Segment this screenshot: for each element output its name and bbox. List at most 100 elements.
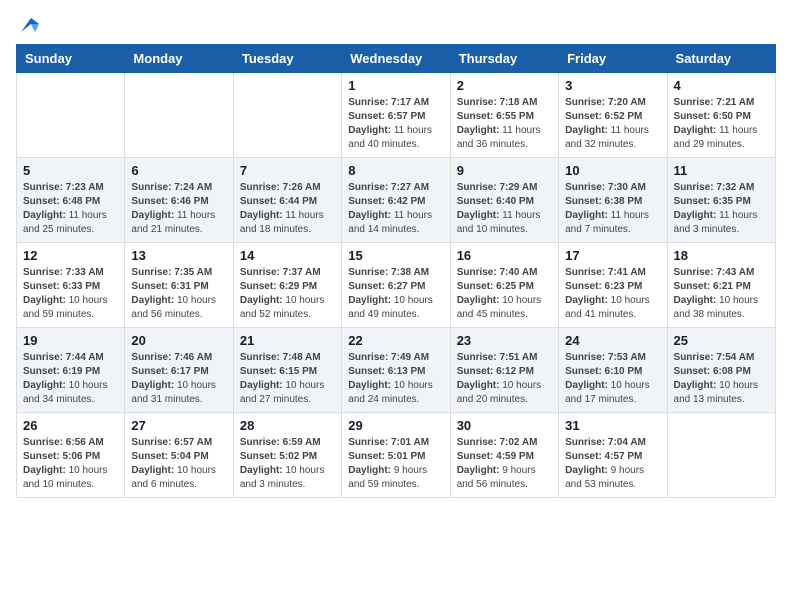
calendar-cell-w1-d2	[125, 73, 233, 158]
week-row-4: 19 Sunrise: 7:44 AMSunset: 6:19 PMDayligh…	[17, 328, 776, 413]
day-number: 30	[457, 418, 552, 433]
day-info: Sunrise: 7:40 AMSunset: 6:25 PMDaylight:…	[457, 266, 552, 322]
calendar-cell-w2-d3: 7 Sunrise: 7:26 AMSunset: 6:44 PMDaylight…	[233, 158, 341, 243]
day-info: Sunrise: 7:04 AMSunset: 4:57 PMDaylight:…	[565, 436, 660, 492]
calendar-cell-w3-d3: 14 Sunrise: 7:37 AMSunset: 6:29 PMDayligh…	[233, 243, 341, 328]
calendar-cell-w3-d1: 12 Sunrise: 7:33 AMSunset: 6:33 PMDayligh…	[17, 243, 125, 328]
calendar-cell-w5-d2: 27 Sunrise: 6:57 AMSunset: 5:04 PMDayligh…	[125, 413, 233, 498]
day-info: Sunrise: 7:24 AMSunset: 6:46 PMDaylight:…	[131, 181, 226, 237]
header-sunday: Sunday	[17, 45, 125, 73]
day-number: 22	[348, 333, 443, 348]
day-number: 19	[23, 333, 118, 348]
header-tuesday: Tuesday	[233, 45, 341, 73]
calendar-cell-w5-d5: 30 Sunrise: 7:02 AMSunset: 4:59 PMDayligh…	[450, 413, 558, 498]
calendar-cell-w4-d1: 19 Sunrise: 7:44 AMSunset: 6:19 PMDayligh…	[17, 328, 125, 413]
calendar-cell-w5-d3: 28Sunrise: 6:59 AMSunset: 5:02 PMDayligh…	[233, 413, 341, 498]
calendar-cell-w5-d4: 29 Sunrise: 7:01 AMSunset: 5:01 PMDayligh…	[342, 413, 450, 498]
header-wednesday: Wednesday	[342, 45, 450, 73]
calendar-table: SundayMondayTuesdayWednesdayThursdayFrid…	[16, 44, 776, 498]
day-number: 4	[674, 78, 769, 93]
page-header	[16, 16, 776, 36]
calendar-cell-w1-d6: 3 Sunrise: 7:20 AMSunset: 6:52 PMDaylight…	[559, 73, 667, 158]
day-number: 16	[457, 248, 552, 263]
day-info: Sunrise: 7:17 AMSunset: 6:57 PMDaylight:…	[348, 96, 443, 152]
day-info: Sunrise: 7:32 AMSunset: 6:35 PMDaylight:…	[674, 181, 769, 237]
day-number: 20	[131, 333, 226, 348]
day-number: 1	[348, 78, 443, 93]
weekday-header-row: SundayMondayTuesdayWednesdayThursdayFrid…	[17, 45, 776, 73]
day-number: 23	[457, 333, 552, 348]
header-monday: Monday	[125, 45, 233, 73]
calendar-cell-w4-d4: 22Sunrise: 7:49 AMSunset: 6:13 PMDayligh…	[342, 328, 450, 413]
day-info: Sunrise: 7:30 AMSunset: 6:38 PMDaylight:…	[565, 181, 660, 237]
calendar-cell-w4-d7: 25Sunrise: 7:54 AMSunset: 6:08 PMDayligh…	[667, 328, 775, 413]
day-info: Sunrise: 7:23 AMSunset: 6:48 PMDaylight:…	[23, 181, 118, 237]
day-info: Sunrise: 7:38 AMSunset: 6:27 PMDaylight:…	[348, 266, 443, 322]
calendar-cell-w2-d7: 11Sunrise: 7:32 AMSunset: 6:35 PMDayligh…	[667, 158, 775, 243]
logo	[16, 16, 39, 36]
day-info: Sunrise: 7:43 AMSunset: 6:21 PMDaylight:…	[674, 266, 769, 322]
day-number: 26	[23, 418, 118, 433]
calendar-cell-w2-d4: 8 Sunrise: 7:27 AMSunset: 6:42 PMDaylight…	[342, 158, 450, 243]
day-info: Sunrise: 7:02 AMSunset: 4:59 PMDaylight:…	[457, 436, 552, 492]
calendar-cell-w2-d2: 6 Sunrise: 7:24 AMSunset: 6:46 PMDaylight…	[125, 158, 233, 243]
calendar-cell-w3-d4: 15Sunrise: 7:38 AMSunset: 6:27 PMDayligh…	[342, 243, 450, 328]
day-number: 14	[240, 248, 335, 263]
day-number: 27	[131, 418, 226, 433]
day-info: Sunrise: 7:20 AMSunset: 6:52 PMDaylight:…	[565, 96, 660, 152]
calendar-cell-w1-d4: 1 Sunrise: 7:17 AMSunset: 6:57 PMDaylight…	[342, 73, 450, 158]
calendar-cell-w5-d6: 31 Sunrise: 7:04 AMSunset: 4:57 PMDayligh…	[559, 413, 667, 498]
day-number: 24	[565, 333, 660, 348]
day-number: 17	[565, 248, 660, 263]
day-number: 3	[565, 78, 660, 93]
header-saturday: Saturday	[667, 45, 775, 73]
week-row-1: 1 Sunrise: 7:17 AMSunset: 6:57 PMDaylight…	[17, 73, 776, 158]
day-info: Sunrise: 7:29 AMSunset: 6:40 PMDaylight:…	[457, 181, 552, 237]
day-info: Sunrise: 7:37 AMSunset: 6:29 PMDaylight:…	[240, 266, 335, 322]
calendar-cell-w3-d6: 17 Sunrise: 7:41 AMSunset: 6:23 PMDayligh…	[559, 243, 667, 328]
day-info: Sunrise: 7:18 AMSunset: 6:55 PMDaylight:…	[457, 96, 552, 152]
calendar-cell-w3-d7: 18Sunrise: 7:43 AMSunset: 6:21 PMDayligh…	[667, 243, 775, 328]
calendar-cell-w1-d3	[233, 73, 341, 158]
calendar-cell-w1-d5: 2 Sunrise: 7:18 AMSunset: 6:55 PMDaylight…	[450, 73, 558, 158]
calendar-cell-w2-d1: 5 Sunrise: 7:23 AMSunset: 6:48 PMDaylight…	[17, 158, 125, 243]
day-info: Sunrise: 7:33 AMSunset: 6:33 PMDaylight:…	[23, 266, 118, 322]
day-info: Sunrise: 7:44 AMSunset: 6:19 PMDaylight:…	[23, 351, 118, 407]
header-friday: Friday	[559, 45, 667, 73]
day-info: Sunrise: 7:01 AMSunset: 5:01 PMDaylight:…	[348, 436, 443, 492]
day-info: Sunrise: 7:26 AMSunset: 6:44 PMDaylight:…	[240, 181, 335, 237]
day-info: Sunrise: 7:27 AMSunset: 6:42 PMDaylight:…	[348, 181, 443, 237]
calendar-cell-w3-d2: 13 Sunrise: 7:35 AMSunset: 6:31 PMDayligh…	[125, 243, 233, 328]
day-number: 10	[565, 163, 660, 178]
day-number: 8	[348, 163, 443, 178]
day-info: Sunrise: 7:46 AMSunset: 6:17 PMDaylight:…	[131, 351, 226, 407]
day-info: Sunrise: 7:35 AMSunset: 6:31 PMDaylight:…	[131, 266, 226, 322]
calendar-cell-w1-d1	[17, 73, 125, 158]
day-number: 31	[565, 418, 660, 433]
calendar-cell-w4-d3: 21Sunrise: 7:48 AMSunset: 6:15 PMDayligh…	[233, 328, 341, 413]
day-info: Sunrise: 6:57 AMSunset: 5:04 PMDaylight:…	[131, 436, 226, 492]
day-number: 7	[240, 163, 335, 178]
day-number: 9	[457, 163, 552, 178]
day-number: 6	[131, 163, 226, 178]
day-number: 5	[23, 163, 118, 178]
week-row-3: 12 Sunrise: 7:33 AMSunset: 6:33 PMDayligh…	[17, 243, 776, 328]
calendar-cell-w4-d6: 24 Sunrise: 7:53 AMSunset: 6:10 PMDayligh…	[559, 328, 667, 413]
calendar-cell-w1-d7: 4 Sunrise: 7:21 AMSunset: 6:50 PMDaylight…	[667, 73, 775, 158]
calendar-cell-w2-d6: 10 Sunrise: 7:30 AMSunset: 6:38 PMDayligh…	[559, 158, 667, 243]
day-info: Sunrise: 6:56 AMSunset: 5:06 PMDaylight:…	[23, 436, 118, 492]
week-row-2: 5 Sunrise: 7:23 AMSunset: 6:48 PMDaylight…	[17, 158, 776, 243]
day-info: Sunrise: 7:53 AMSunset: 6:10 PMDaylight:…	[565, 351, 660, 407]
day-info: Sunrise: 7:41 AMSunset: 6:23 PMDaylight:…	[565, 266, 660, 322]
day-number: 29	[348, 418, 443, 433]
calendar-cell-w4-d2: 20 Sunrise: 7:46 AMSunset: 6:17 PMDayligh…	[125, 328, 233, 413]
day-number: 13	[131, 248, 226, 263]
calendar-cell-w2-d5: 9 Sunrise: 7:29 AMSunset: 6:40 PMDaylight…	[450, 158, 558, 243]
day-number: 28	[240, 418, 335, 433]
day-number: 12	[23, 248, 118, 263]
calendar-cell-w3-d5: 16 Sunrise: 7:40 AMSunset: 6:25 PMDayligh…	[450, 243, 558, 328]
day-info: Sunrise: 7:21 AMSunset: 6:50 PMDaylight:…	[674, 96, 769, 152]
day-number: 2	[457, 78, 552, 93]
header-thursday: Thursday	[450, 45, 558, 73]
day-number: 21	[240, 333, 335, 348]
